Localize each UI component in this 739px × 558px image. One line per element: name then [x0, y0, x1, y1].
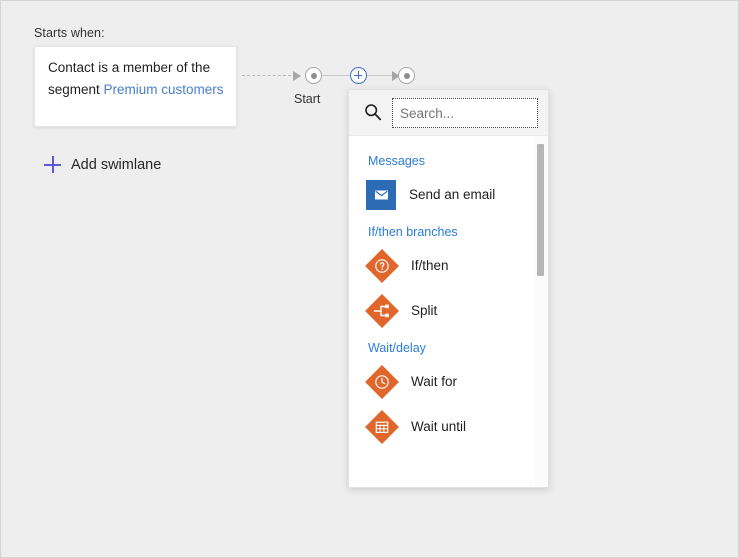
trigger-card-text: Contact is a member of the segment Premi… [48, 57, 227, 101]
list-item-send-an-email[interactable]: Send an email [349, 172, 535, 217]
list-item-label: Send an email [409, 187, 495, 202]
search-input[interactable] [393, 99, 537, 127]
journey-designer-canvas: Starts when: Contact is a member of the … [0, 0, 739, 558]
plus-circle-icon[interactable] [350, 67, 367, 84]
start-node-icon[interactable] [305, 67, 322, 84]
list-item-label: Wait for [411, 374, 457, 389]
starts-when-label: Starts when: [34, 26, 105, 40]
calendar-glyph [374, 419, 390, 435]
list-item-label: If/then [411, 258, 449, 273]
search-icon [363, 102, 383, 122]
list-item-split[interactable]: Split [349, 288, 535, 333]
trigger-card[interactable]: Contact is a member of the segment Premi… [34, 46, 237, 127]
flyout-body: Messages Send an email If/then branches [349, 136, 548, 488]
list-item-wait-for[interactable]: Wait for [349, 359, 535, 404]
clock-icon [366, 366, 398, 398]
question-mark-glyph [374, 258, 390, 274]
clock-glyph [374, 374, 390, 390]
connector-start-to-add [322, 75, 350, 76]
flyout-scrollbar-thumb[interactable] [537, 144, 544, 276]
envelope-icon [366, 180, 396, 210]
list-item-label: Wait until [411, 419, 466, 434]
flyout-scrollbar[interactable] [535, 136, 546, 488]
add-step-flyout-panel: Messages Send an email If/then branches [348, 89, 549, 488]
list-item-wait-until[interactable]: Wait until [349, 404, 535, 449]
split-branch-icon [366, 295, 398, 327]
list-item-if-then[interactable]: If/then [349, 243, 535, 288]
add-swimlane-button[interactable]: Add swimlane [44, 156, 161, 173]
connector-add-to-end [367, 75, 392, 76]
step-type-list: Messages Send an email If/then branches [349, 136, 535, 449]
flyout-search-bar [349, 90, 548, 136]
search-input-wrapper[interactable] [392, 98, 538, 128]
section-title-wait-delay: Wait/delay [349, 333, 535, 359]
end-node-icon[interactable] [398, 67, 415, 84]
start-node-dot [311, 73, 317, 79]
calendar-icon [366, 411, 398, 443]
split-glyph [373, 303, 391, 319]
question-circle-icon [366, 250, 398, 282]
trigger-connector-dashed [242, 75, 291, 76]
plus-icon [44, 156, 61, 173]
start-node-label: Start [294, 92, 320, 106]
add-swimlane-label: Add swimlane [71, 157, 161, 173]
list-item-label: Split [411, 303, 437, 318]
section-title-messages: Messages [349, 146, 535, 172]
trigger-connector-arrow [293, 71, 301, 81]
segment-link[interactable]: Premium customers [104, 82, 224, 97]
end-node-dot [404, 73, 410, 79]
section-title-if-then-branches: If/then branches [349, 217, 535, 243]
